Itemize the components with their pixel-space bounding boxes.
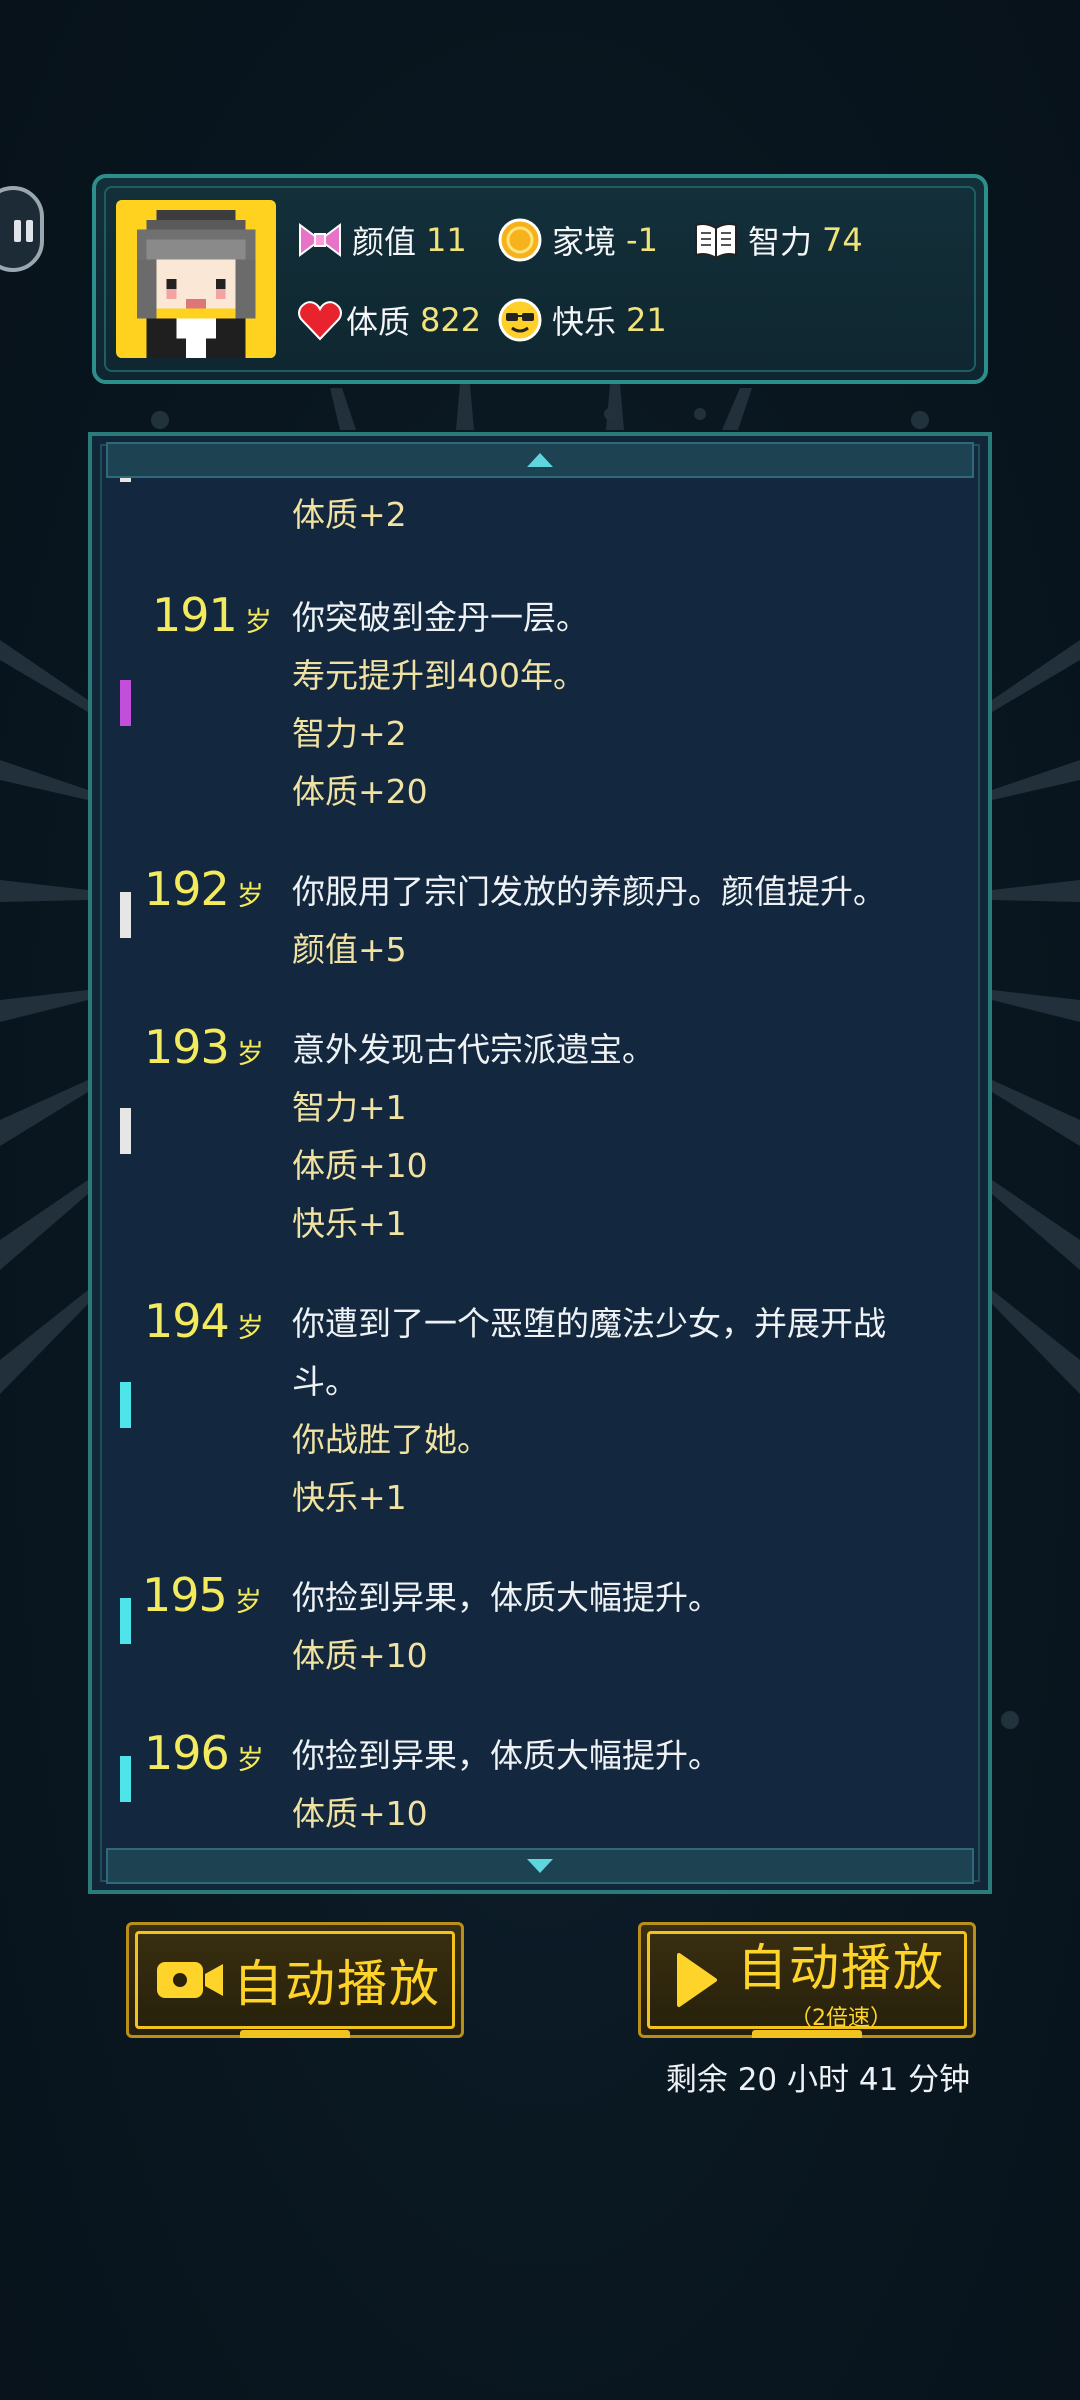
age-unit: 岁 bbox=[244, 607, 272, 638]
book-icon bbox=[692, 216, 740, 264]
avatar bbox=[116, 200, 276, 358]
stats-header: 颜值 11 家境 -1 智力 74 体质 822 快乐 21 bbox=[92, 174, 988, 384]
autoplay-label: 自动播放 bbox=[233, 1955, 441, 2013]
play-icon bbox=[675, 1951, 719, 2009]
effect-line: 颜值+5 bbox=[292, 930, 407, 969]
stat-value: 11 bbox=[426, 221, 467, 259]
stat-intelligence: 智力 74 bbox=[692, 216, 863, 264]
autoplay-fast-button[interactable]: 自动播放 （2倍速） bbox=[638, 1922, 976, 2038]
event-line: 斗。 bbox=[292, 1362, 358, 1401]
entry-marker bbox=[120, 680, 131, 726]
event-line: 你遭到了一个恶堕的魔法少女，并展开战 bbox=[292, 1304, 886, 1343]
scroll-down-button[interactable] bbox=[106, 1848, 974, 1884]
bow-icon bbox=[296, 216, 344, 264]
effect-line: 体质+10 bbox=[292, 1636, 428, 1675]
event-line: 你战胜了她。 bbox=[292, 1420, 490, 1459]
effect-line: 体质+10 bbox=[292, 1794, 428, 1833]
entry-marker bbox=[120, 1598, 131, 1644]
entry-marker bbox=[120, 478, 131, 482]
coin-icon bbox=[496, 216, 544, 264]
age-number: 196 bbox=[144, 1726, 230, 1780]
age-number: 193 bbox=[144, 1020, 230, 1074]
stat-value: 822 bbox=[420, 301, 482, 339]
stat-label: 智力 bbox=[748, 223, 813, 261]
effect-line: 体质+10 bbox=[292, 1146, 428, 1185]
entry-age: 194 岁 bbox=[144, 1294, 264, 1348]
entry-age: 193 岁 bbox=[144, 1020, 264, 1074]
stat-label: 颜值 bbox=[352, 223, 417, 261]
stat-label: 快乐 bbox=[552, 303, 617, 341]
stat-value: 21 bbox=[626, 301, 667, 339]
age-unit: 岁 bbox=[236, 1039, 264, 1070]
age-unit: 岁 bbox=[234, 1587, 262, 1618]
age-unit: 岁 bbox=[236, 881, 264, 912]
stat-label: 体质 bbox=[346, 303, 411, 341]
entry-age: 195 岁 bbox=[142, 1568, 262, 1622]
arrow-up-icon bbox=[527, 453, 553, 467]
effect-line: 智力+1 bbox=[292, 1088, 407, 1127]
stat-label: 家境 bbox=[552, 223, 617, 261]
entry-marker bbox=[120, 1382, 131, 1428]
autoplay-button[interactable]: 自动播放 bbox=[126, 1922, 464, 2038]
video-camera-icon bbox=[155, 1954, 225, 2006]
effect-line: 快乐+1 bbox=[292, 1204, 407, 1243]
entry-age: 196 岁 bbox=[144, 1726, 264, 1780]
age-number: 194 bbox=[144, 1294, 230, 1348]
event-line: 你捡到异果，体质大幅提升。 bbox=[292, 1578, 721, 1617]
effect-line: 智力+2 bbox=[292, 714, 407, 753]
stat-happiness: 快乐 21 bbox=[496, 296, 667, 344]
pause-button[interactable] bbox=[0, 186, 44, 272]
entry-marker bbox=[120, 1756, 131, 1802]
age-unit: 岁 bbox=[236, 1313, 264, 1344]
entry-age: 192 岁 bbox=[144, 862, 264, 916]
autoplay-fast-label: 自动播放 bbox=[737, 1939, 945, 1997]
event-line: 你服用了宗门发放的养颜丹。颜值提升。 bbox=[292, 872, 886, 911]
event-line: 意外发现古代宗派遗宝。 bbox=[292, 1030, 655, 1069]
event-line: 你突破到金丹一层。 bbox=[292, 598, 589, 637]
remaining-time: 剩余 20 小时 41 分钟 bbox=[665, 2062, 971, 2098]
effect-line: 体质+20 bbox=[292, 772, 428, 811]
entry-marker bbox=[120, 892, 131, 938]
event-line: 寿元提升到400年。 bbox=[292, 656, 586, 695]
life-log-panel[interactable]: 体质+2 191 岁 你突破到金丹一层。 寿元提升到400年。 智力+2 体质+… bbox=[88, 432, 992, 1894]
scroll-up-button[interactable] bbox=[106, 442, 974, 478]
effect-line: 快乐+1 bbox=[292, 1478, 407, 1517]
event-line: 你捡到异果，体质大幅提升。 bbox=[292, 1736, 721, 1775]
pause-icon bbox=[14, 220, 21, 242]
entry-marker bbox=[120, 1108, 131, 1154]
age-number: 195 bbox=[142, 1568, 228, 1622]
effect-line: 体质+2 bbox=[292, 495, 407, 534]
stat-family: 家境 -1 bbox=[496, 216, 658, 264]
stat-value: -1 bbox=[626, 221, 658, 259]
stat-appearance: 颜值 11 bbox=[296, 216, 467, 264]
arrow-down-icon bbox=[527, 1859, 553, 1873]
autoplay-fast-text: 自动播放 （2倍速） bbox=[737, 1928, 945, 2032]
age-number: 192 bbox=[144, 862, 230, 916]
entry-age: 191 岁 bbox=[152, 588, 272, 642]
age-number: 191 bbox=[152, 588, 238, 642]
autoplay-speed-label: （2倍速） bbox=[790, 2006, 892, 2031]
stat-value: 74 bbox=[822, 221, 863, 259]
stat-constitution: 体质 822 bbox=[296, 296, 481, 344]
pixel-avatar-icon bbox=[117, 200, 275, 358]
age-unit: 岁 bbox=[236, 1745, 264, 1776]
heart-icon bbox=[296, 296, 344, 344]
sunglasses-smiley-icon bbox=[496, 296, 544, 344]
